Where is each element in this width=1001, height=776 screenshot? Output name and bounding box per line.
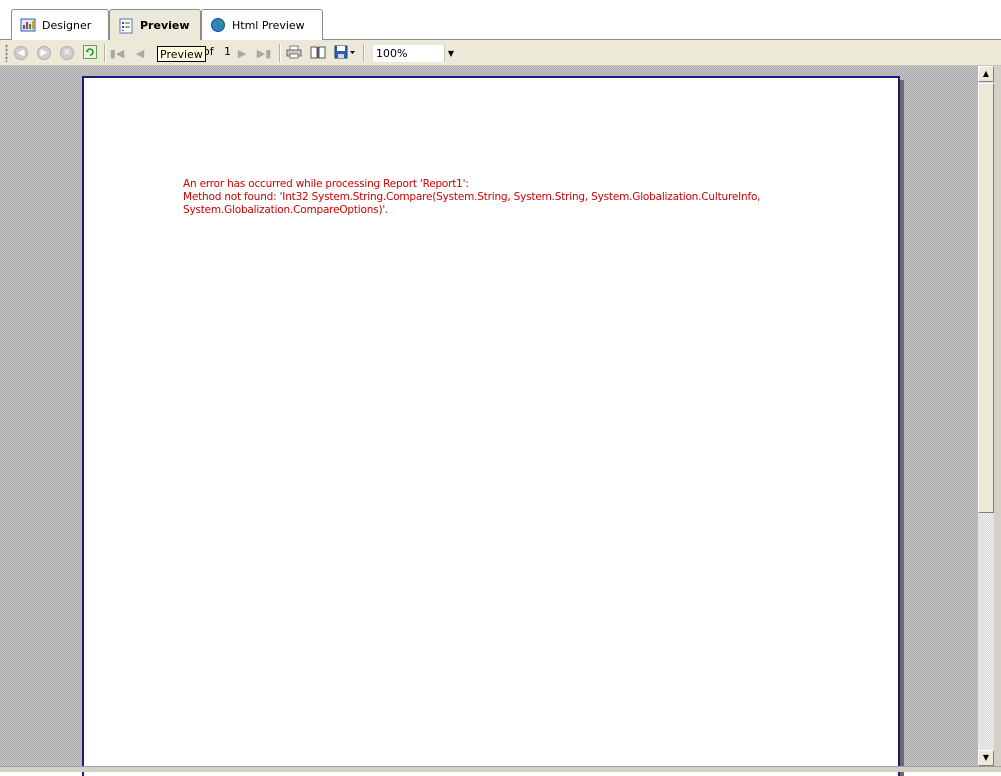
report-page: An error has occurred while processing R…	[82, 76, 900, 776]
last-page-button[interactable]: ▶▮	[255, 44, 273, 62]
error-message: An error has occurred while processing R…	[183, 178, 823, 217]
error-line: Method not found: 'Int32 System.String.C…	[183, 191, 761, 203]
preview-icon	[118, 18, 134, 34]
last-page-icon: ▶▮	[256, 46, 272, 60]
window-frame-bottom	[0, 766, 1001, 772]
tab-label: Preview	[140, 19, 190, 32]
toolbar-grip[interactable]	[5, 44, 8, 62]
scroll-up-button[interactable]: ▲	[978, 66, 994, 82]
refresh-icon	[83, 44, 97, 62]
first-page-icon: ▮◀	[109, 46, 125, 60]
previous-page-icon: ◀	[135, 46, 145, 60]
previous-page-button[interactable]: ◀	[131, 44, 149, 62]
refresh-button[interactable]	[81, 44, 99, 62]
page-total: 1	[224, 45, 231, 58]
zoom-select[interactable]: 100% ▼	[372, 44, 458, 63]
forward-icon: ▶	[37, 46, 51, 60]
vertical-scrollbar[interactable]: ▲ ▼	[978, 66, 994, 766]
tab-label: Designer	[42, 18, 92, 32]
error-line: System.Globalization.CompareOptions)'.	[183, 204, 389, 216]
printer-icon	[286, 45, 302, 62]
tab-designer[interactable]: Designer	[11, 9, 109, 40]
tooltip: Preview	[157, 46, 206, 62]
next-page-icon: ▶	[237, 46, 247, 60]
tab-strip: Designer Preview Html Preview	[0, 0, 1001, 41]
stop-icon: ✕	[60, 46, 74, 60]
forward-button[interactable]: ▶	[35, 44, 53, 62]
tab-preview[interactable]: Preview	[109, 9, 201, 41]
toolbar-separator	[363, 44, 365, 62]
save-icon	[334, 45, 356, 62]
toolbar-separator	[104, 44, 106, 62]
report-toolbar: ◀ ▶ ✕ ▮◀ ◀ of 1 ▶ ▶▮	[0, 40, 1001, 66]
back-button[interactable]: ◀	[12, 44, 30, 62]
report-canvas: An error has occurred while processing R…	[0, 66, 978, 776]
globe-icon	[210, 17, 226, 33]
chevron-down-icon[interactable]: ▼	[444, 45, 457, 62]
book-icon	[310, 45, 326, 62]
scroll-thumb[interactable]	[978, 83, 994, 513]
error-line: An error has occurred while processing R…	[183, 178, 469, 190]
toolbar-separator	[279, 44, 281, 62]
window-frame-right	[994, 66, 1001, 772]
stop-button[interactable]: ✕	[58, 44, 76, 62]
arrow-down-icon: ▼	[982, 753, 990, 762]
tab-label: Html Preview	[232, 18, 305, 32]
first-page-button[interactable]: ▮◀	[108, 44, 126, 62]
export-button[interactable]	[333, 44, 357, 62]
tab-html-preview[interactable]: Html Preview	[201, 9, 323, 40]
zoom-value: 100%	[376, 47, 408, 60]
page-setup-button[interactable]	[309, 44, 327, 62]
next-page-button[interactable]: ▶	[233, 44, 251, 62]
designer-icon	[20, 17, 36, 33]
print-button[interactable]	[285, 44, 303, 62]
arrow-up-icon: ▲	[982, 69, 990, 78]
scroll-down-button[interactable]: ▼	[978, 750, 994, 766]
back-icon: ◀	[14, 46, 28, 60]
